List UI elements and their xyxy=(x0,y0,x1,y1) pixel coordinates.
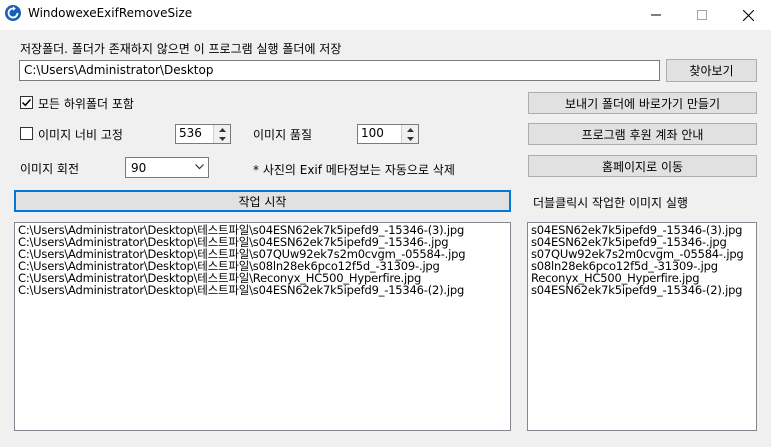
include-subfolders-label[interactable]: 모든 하위폴더 포함 xyxy=(38,95,134,112)
quality-label: 이미지 품질 xyxy=(253,128,313,142)
homepage-button[interactable]: 홈페이지로 이동 xyxy=(528,155,757,177)
app-refresh-icon xyxy=(5,5,21,21)
chevron-down-icon xyxy=(195,164,204,170)
rotation-value: 90 xyxy=(131,161,147,175)
window-title: WindowexeExifRemoveSize xyxy=(28,6,193,20)
minimize-button[interactable] xyxy=(633,0,679,30)
close-icon xyxy=(742,9,754,21)
checkmark-icon xyxy=(21,98,32,107)
width-value: 536 xyxy=(179,126,202,140)
include-subfolders-checkbox[interactable] xyxy=(20,96,33,109)
list-item[interactable]: C:\Users\Administrator\Desktop\테스트파일\s04… xyxy=(18,284,507,297)
exif-note: * 사진의 Exif 메타정보는 자동으로 삭제 xyxy=(253,163,455,177)
fix-width-label[interactable]: 이미지 너비 고정 xyxy=(38,126,123,143)
width-down-arrow-icon[interactable] xyxy=(214,134,230,143)
quality-down-arrow-icon[interactable] xyxy=(402,134,418,143)
source-file-list[interactable]: C:\Users\Administrator\Desktop\테스트파일\s04… xyxy=(14,222,511,431)
width-stepper[interactable]: 536 xyxy=(175,124,231,144)
minimize-icon xyxy=(651,14,661,16)
create-shortcut-button[interactable]: 보내기 폴더에 바로가기 만들기 xyxy=(528,92,757,114)
donate-info-button[interactable]: 프로그램 후원 계좌 안내 xyxy=(528,123,757,145)
browse-button[interactable]: 찾아보기 xyxy=(666,59,757,82)
width-up-arrow-icon[interactable] xyxy=(214,125,230,134)
quality-up-arrow-icon[interactable] xyxy=(402,125,418,134)
rotation-select[interactable]: 90 xyxy=(125,157,209,178)
list-item[interactable]: s04ESN62ek7k5ipefd9_-15346-(2).jpg xyxy=(531,284,753,297)
start-job-button[interactable]: 작업 시작 xyxy=(14,190,511,212)
result-file-list[interactable]: s04ESN62ek7k5ipefd9_-15346-(3).jpg s04ES… xyxy=(527,222,757,431)
maximize-button[interactable] xyxy=(679,0,725,30)
result-list-label: 더블클릭시 작업한 이미지 실행 xyxy=(533,196,688,210)
rotation-label: 이미지 회전 xyxy=(20,162,80,176)
quality-value: 100 xyxy=(361,126,384,140)
save-folder-path-input[interactable]: C:\Users\Administrator\Desktop xyxy=(19,60,660,81)
close-button[interactable] xyxy=(725,0,771,30)
save-folder-label: 저장폴더. 폴더가 존재하지 않으면 이 프로그램 실행 폴더에 저장 xyxy=(20,42,342,56)
fix-width-checkbox[interactable] xyxy=(20,127,33,140)
maximize-icon xyxy=(697,10,707,20)
quality-stepper[interactable]: 100 xyxy=(357,124,419,144)
